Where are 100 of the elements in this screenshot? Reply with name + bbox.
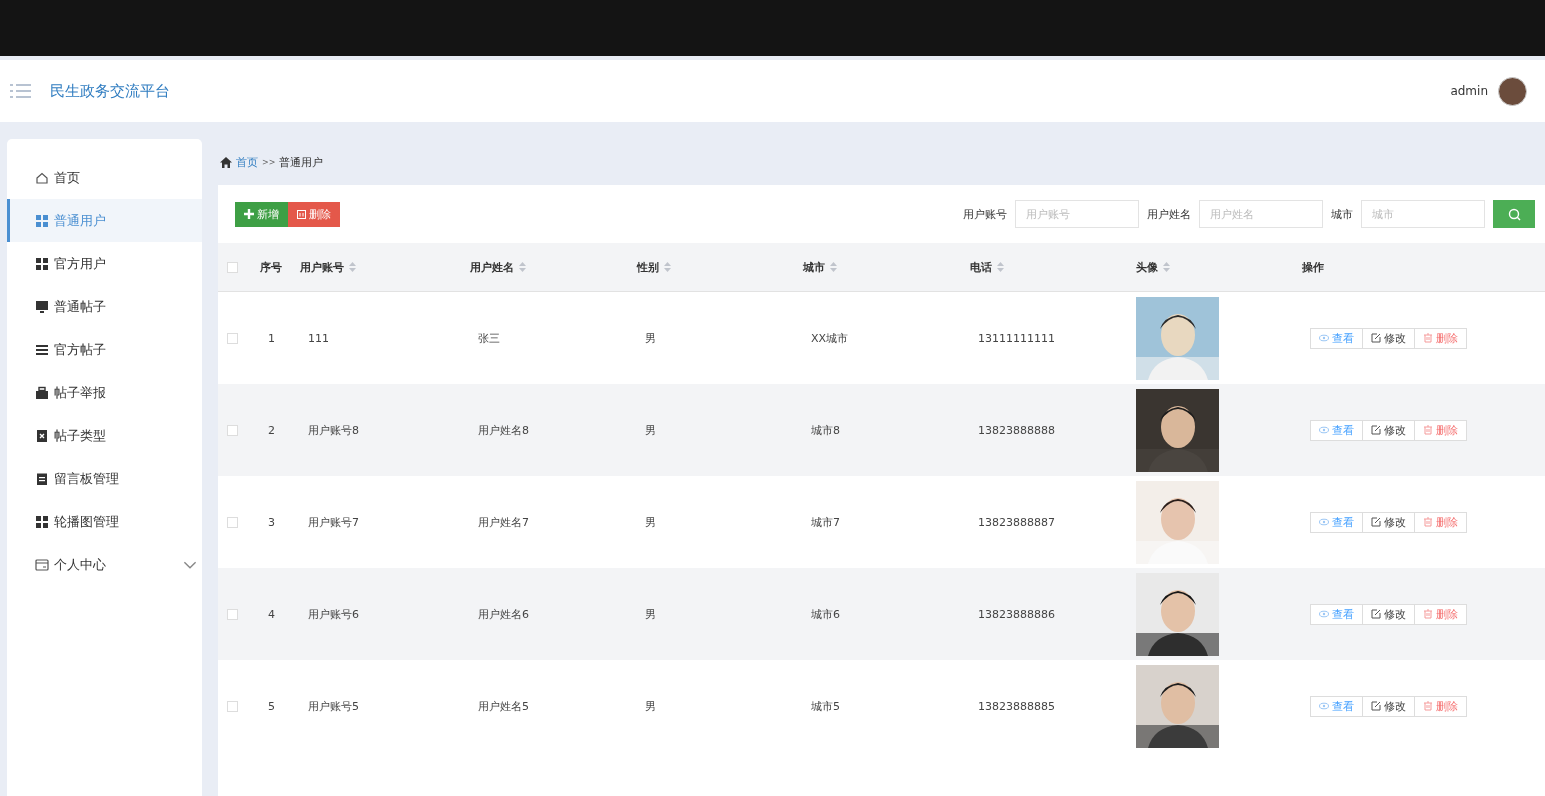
trash-icon <box>297 209 306 219</box>
table-cell: 5 <box>268 699 275 713</box>
column-header[interactable]: 城市 <box>803 259 970 275</box>
user-avatar[interactable] <box>1498 76 1527 106</box>
menu-item-icon <box>35 342 49 357</box>
edit-icon <box>1371 517 1381 527</box>
eye-icon <box>1319 609 1329 619</box>
checkbox[interactable] <box>227 516 238 528</box>
trash-icon <box>1423 333 1433 343</box>
breadcrumb-current: 普通用户 <box>279 154 324 170</box>
table-cell: 城市7 <box>811 515 840 529</box>
search-field[interactable]: 城市 <box>1361 200 1485 228</box>
app-title: 民生政务交流平台 <box>50 81 170 101</box>
sidebar-item[interactable]: 个人中心 <box>7 543 202 586</box>
sort-icon[interactable] <box>664 262 671 272</box>
table-cell: 男 <box>645 331 656 345</box>
delete-button[interactable]: 删除 <box>288 201 340 227</box>
table-cell: 用户账号7 <box>308 515 359 529</box>
sidebar-item[interactable]: 普通帖子 <box>7 285 202 328</box>
table-cell: 13823888888 <box>978 423 1055 437</box>
filter-label: 用户账号 <box>963 206 1007 222</box>
table-cell: 13823888885 <box>978 699 1055 713</box>
sort-icon[interactable] <box>997 262 1004 272</box>
table-cell: 城市5 <box>811 699 840 713</box>
breadcrumb-link[interactable]: 首页 <box>236 154 258 170</box>
table-cell: 城市6 <box>811 607 840 621</box>
sidebar-item[interactable]: 帖子举报 <box>7 371 202 414</box>
sidebar-item[interactable]: 轮播图管理 <box>7 500 202 543</box>
table-cell: 男 <box>645 699 656 713</box>
edit-button[interactable]: 修改 <box>1362 603 1415 625</box>
edit-button[interactable]: 修改 <box>1362 327 1415 349</box>
trash-icon <box>1423 609 1433 619</box>
plus-icon <box>244 209 254 219</box>
checkbox[interactable] <box>227 608 238 620</box>
sidebar-item[interactable]: 帖子类型 <box>7 414 202 457</box>
column-header[interactable]: 用户账号 <box>300 259 470 275</box>
search-button[interactable] <box>1493 200 1535 228</box>
table-cell: 男 <box>645 515 656 529</box>
trash-icon <box>1423 517 1433 527</box>
edit-icon <box>1371 333 1381 343</box>
table-cell: 男 <box>645 607 656 621</box>
search-field[interactable]: 用户姓名 <box>1199 200 1323 228</box>
checkbox[interactable] <box>227 261 238 273</box>
table-cell: 用户账号8 <box>308 423 359 437</box>
eye-icon <box>1319 701 1329 711</box>
trash-icon <box>1423 701 1433 711</box>
edit-button[interactable]: 修改 <box>1362 511 1415 533</box>
edit-button[interactable]: 修改 <box>1362 419 1415 441</box>
eye-icon <box>1319 333 1329 343</box>
filter-label: 城市 <box>1331 206 1353 222</box>
table-cell: 城市8 <box>811 423 840 437</box>
table-cell: 13823888886 <box>978 607 1055 621</box>
eye-icon <box>1319 425 1329 435</box>
sort-icon[interactable] <box>519 262 526 272</box>
table-cell: 用户姓名7 <box>478 515 529 529</box>
menu-item-icon <box>35 256 49 271</box>
home-icon <box>220 156 232 168</box>
user-name[interactable]: admin <box>1450 84 1488 98</box>
table-cell: 用户姓名5 <box>478 699 529 713</box>
edit-button[interactable]: 修改 <box>1362 695 1415 717</box>
table-cell: XX城市 <box>811 331 849 345</box>
menu-icon[interactable] <box>10 83 31 99</box>
table-cell: 111 <box>308 331 329 345</box>
sort-icon[interactable] <box>1163 262 1170 272</box>
menu-item-icon <box>35 471 49 486</box>
menu-item-icon <box>35 170 49 185</box>
menu-item-icon <box>35 385 49 400</box>
edit-icon <box>1371 609 1381 619</box>
trash-icon <box>1423 425 1433 435</box>
edit-icon <box>1371 425 1381 435</box>
sidebar-item[interactable]: 官方帖子 <box>7 328 202 371</box>
column-header: 序号 <box>260 259 283 275</box>
breadcrumb-separator: >> <box>262 157 276 167</box>
column-header: 操作 <box>1302 259 1325 275</box>
menu-item-icon <box>35 514 49 529</box>
edit-icon <box>1371 701 1381 711</box>
menu-item-icon <box>35 213 49 228</box>
sidebar-item[interactable]: 官方用户 <box>7 242 202 285</box>
column-header[interactable]: 性别 <box>637 259 803 275</box>
column-header[interactable]: 用户姓名 <box>470 259 637 275</box>
checkbox[interactable] <box>227 700 238 712</box>
sidebar-item[interactable]: 留言板管理 <box>7 457 202 500</box>
table-cell: 3 <box>268 515 275 529</box>
column-header[interactable]: 头像 <box>1136 259 1302 275</box>
sort-icon[interactable] <box>830 262 837 272</box>
table-cell: 1 <box>268 331 275 345</box>
eye-icon <box>1319 517 1329 527</box>
sidebar-item[interactable]: 首页 <box>7 156 202 199</box>
table-cell: 2 <box>268 423 275 437</box>
table-cell: 用户账号6 <box>308 607 359 621</box>
sort-icon[interactable] <box>349 262 356 272</box>
table-cell: 13823888887 <box>978 515 1055 529</box>
menu-item-icon <box>35 299 49 314</box>
checkbox[interactable] <box>227 424 238 436</box>
menu-item-icon <box>35 557 49 572</box>
checkbox[interactable] <box>227 332 238 344</box>
table-cell: 张三 <box>478 331 500 345</box>
column-header[interactable]: 电话 <box>970 259 1136 275</box>
search-icon <box>1507 207 1521 221</box>
table-cell: 用户账号5 <box>308 699 359 713</box>
